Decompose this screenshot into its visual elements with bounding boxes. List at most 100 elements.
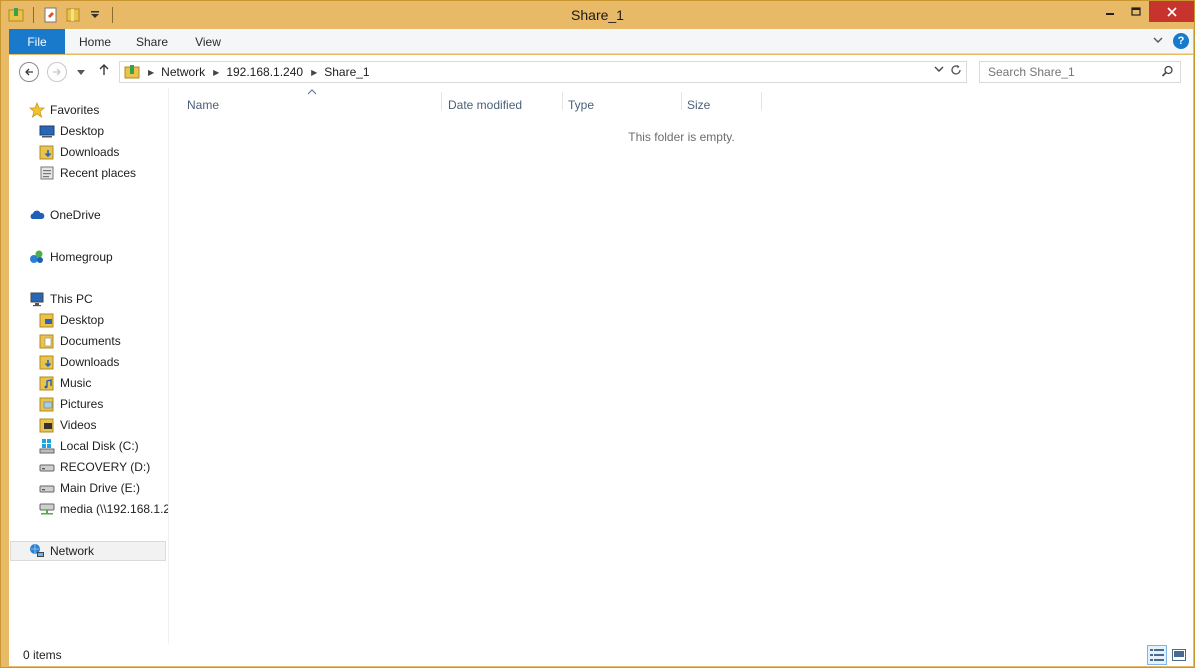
column-header-date-modified[interactable]: Date modified — [442, 94, 562, 116]
breadcrumb-ip[interactable]: ▶ 192.168.1.240 — [205, 65, 303, 79]
large-icons-view-icon — [1172, 649, 1186, 661]
forward-button[interactable] — [47, 62, 67, 82]
network-drive-icon — [39, 501, 55, 517]
close-button[interactable] — [1149, 1, 1194, 22]
address-bar[interactable]: ▶ Network ▶ 192.168.1.240 ▶ Share_1 — [119, 61, 967, 83]
minimize-icon — [1106, 12, 1114, 15]
nav-pc-recovery-d[interactable]: RECOVERY (D:) — [39, 457, 150, 477]
downloads-folder-icon — [39, 144, 55, 160]
nav-label: This PC — [50, 292, 93, 306]
column-header-type[interactable]: Type — [562, 94, 682, 116]
breadcrumb-chevron-icon: ▶ — [213, 67, 220, 77]
back-button[interactable] — [19, 62, 39, 82]
nav-pc-music[interactable]: Music — [39, 373, 91, 393]
maximize-icon — [1131, 6, 1141, 16]
expand-ribbon-icon[interactable] — [1153, 34, 1163, 48]
title-bar: Share_1 — [1, 1, 1194, 29]
documents-folder-icon — [39, 333, 55, 349]
nav-favorites[interactable]: Favorites — [29, 100, 99, 120]
computer-icon — [29, 291, 45, 307]
nav-label: RECOVERY (D:) — [60, 460, 151, 474]
up-arrow-icon[interactable] — [99, 64, 109, 79]
nav-pc-desktop[interactable]: Desktop — [39, 310, 104, 330]
status-bar: 0 items — [9, 644, 1193, 666]
tab-file[interactable]: File — [9, 29, 65, 54]
nav-label: Favorites — [50, 103, 100, 117]
nav-label: OneDrive — [50, 208, 101, 222]
nav-pc-videos[interactable]: Videos — [39, 415, 96, 435]
videos-folder-icon — [39, 417, 55, 433]
nav-label: Downloads — [60, 355, 120, 369]
search-icon[interactable] — [1161, 65, 1174, 81]
nav-pc-pictures[interactable]: Pictures — [39, 394, 103, 414]
empty-folder-message: This folder is empty. — [628, 130, 735, 144]
tab-share[interactable]: Share — [129, 29, 175, 54]
address-dropdown-icon[interactable] — [934, 64, 944, 76]
breadcrumb-chevron-icon: ▶ — [311, 67, 318, 77]
nav-label: Pictures — [60, 397, 104, 411]
column-header-name[interactable]: Name — [181, 94, 441, 116]
star-icon — [29, 102, 45, 118]
window-controls — [1097, 1, 1194, 22]
column-divider[interactable] — [761, 92, 762, 110]
nav-label: Network — [50, 544, 95, 558]
desktop-icon — [39, 123, 55, 139]
nav-pc-main-drive-e[interactable]: Main Drive (E:) — [39, 478, 140, 498]
recent-locations-icon[interactable] — [77, 67, 85, 79]
nav-pc-documents[interactable]: Documents — [39, 331, 121, 351]
nav-pc-local-disk-c[interactable]: Local Disk (C:) — [39, 436, 139, 456]
nav-homegroup[interactable]: Homegroup — [29, 247, 113, 267]
cloud-icon — [29, 207, 45, 223]
breadcrumb-share[interactable]: ▶ Share_1 — [303, 65, 370, 79]
downloads-folder-icon — [39, 354, 55, 370]
nav-label: Desktop — [60, 124, 105, 138]
homegroup-icon — [29, 249, 45, 265]
nav-onedrive[interactable]: OneDrive — [29, 205, 101, 225]
breadcrumb-label: 192.168.1.240 — [226, 65, 304, 79]
large-icons-view-button[interactable] — [1169, 645, 1189, 665]
address-row: ▶ Network ▶ 192.168.1.240 ▶ Share_1 — [9, 55, 1193, 88]
nav-label: Main Drive (E:) — [60, 481, 141, 495]
ribbon-controls: ? — [1153, 33, 1189, 49]
tab-view[interactable]: View — [185, 29, 231, 54]
nav-this-pc[interactable]: This PC — [29, 289, 93, 309]
ribbon: File Home Share View ? — [9, 29, 1193, 54]
column-header-size[interactable]: Size — [681, 94, 761, 116]
drive-icon — [39, 480, 55, 496]
nav-label: Desktop — [60, 313, 105, 327]
windows-drive-icon — [39, 438, 55, 454]
window-title: Share_1 — [571, 7, 624, 23]
nav-label: Recent places — [60, 166, 137, 180]
details-view-icon — [1150, 649, 1164, 661]
explorer-window: Share_1 File Home Share View ? ▶ Network… — [0, 0, 1195, 668]
nav-label: media (\\192.168.1.2 — [60, 502, 168, 516]
nav-fav-downloads[interactable]: Downloads — [39, 142, 119, 162]
nav-label: Local Disk (C:) — [60, 439, 139, 453]
item-count: 0 items — [23, 648, 62, 662]
minimize-button[interactable] — [1097, 1, 1123, 22]
nav-fav-desktop[interactable]: Desktop — [39, 121, 104, 141]
drive-icon — [39, 459, 55, 475]
help-icon[interactable]: ? — [1173, 33, 1189, 49]
refresh-icon[interactable] — [950, 64, 962, 79]
tab-home[interactable]: Home — [71, 29, 119, 54]
nav-fav-recent-places[interactable]: Recent places — [39, 163, 136, 183]
nav-pc-downloads[interactable]: Downloads — [39, 352, 119, 372]
breadcrumb-label: Network — [161, 65, 206, 79]
nav-network[interactable]: Network — [10, 541, 166, 561]
breadcrumb-network[interactable]: ▶ Network — [140, 65, 205, 79]
details-view-button[interactable] — [1147, 645, 1167, 665]
nav-label: Music — [60, 376, 92, 390]
pictures-folder-icon — [39, 396, 55, 412]
file-list: Name Date modified Type Size This folder… — [168, 88, 1193, 644]
network-icon — [29, 543, 45, 559]
search-box — [979, 61, 1181, 83]
search-input[interactable] — [980, 65, 1150, 79]
network-folder-icon — [124, 64, 140, 80]
nav-pc-media-network-drive[interactable]: media (\\192.168.1.2 — [39, 499, 168, 519]
desktop-folder-icon — [39, 312, 55, 328]
nav-label: Downloads — [60, 145, 120, 159]
maximize-button[interactable] — [1123, 1, 1149, 22]
forward-arrow-icon — [53, 68, 61, 76]
navigation-pane: Favorites Desktop Downloads Recent place… — [9, 88, 168, 644]
